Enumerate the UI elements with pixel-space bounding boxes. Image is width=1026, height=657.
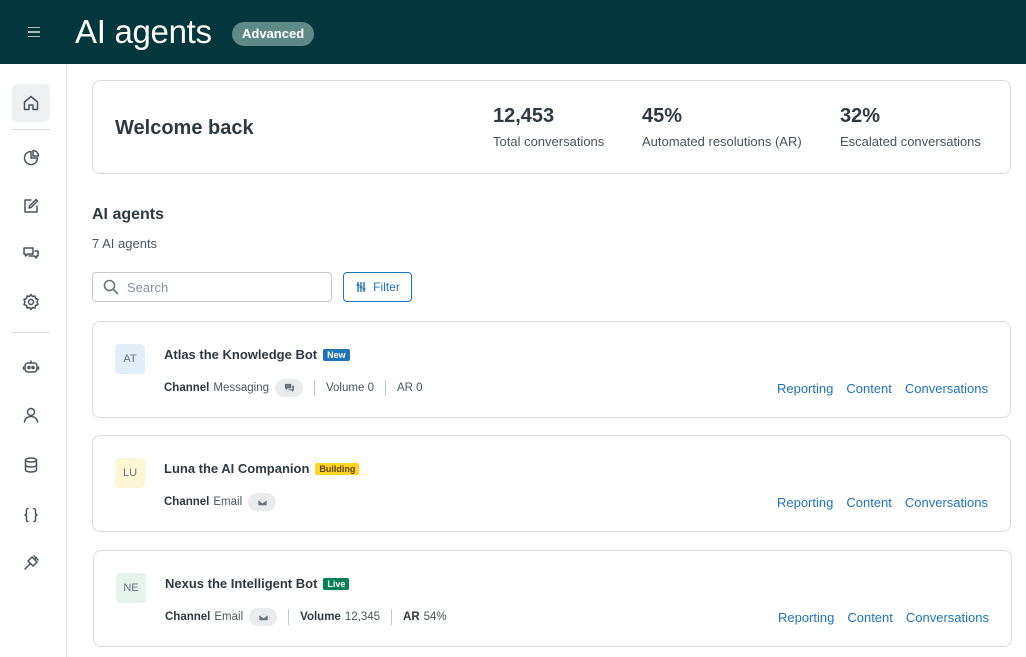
divider [384, 380, 386, 396]
reporting-link[interactable]: Reporting [777, 381, 833, 396]
status-badge: New [323, 349, 350, 361]
agent-card: AT Atlas the Knowledge Bot New Channel Me… [92, 321, 1011, 418]
welcome-card: Welcome back 12,453 Total conversations … [92, 80, 1011, 174]
integrations-icon[interactable] [12, 544, 50, 582]
agent-links: Reporting Content Conversations [777, 381, 988, 396]
settings-icon[interactable] [12, 283, 50, 321]
sidebar [0, 64, 67, 657]
agent-name-text: Atlas the Knowledge Bot [164, 347, 318, 362]
channel-label: Channel [164, 382, 210, 394]
conversations-link[interactable]: Conversations [905, 495, 988, 510]
content-link[interactable]: Content [846, 495, 892, 510]
stat-escalated-conversations: 32% Escalated conversations [840, 105, 981, 149]
agent-meta: Channel Email [164, 493, 277, 511]
search-input[interactable] [127, 279, 317, 295]
volume-label: Volume [326, 382, 365, 394]
stat-value: 45% [642, 105, 683, 127]
edit-icon[interactable] [12, 187, 50, 225]
top-bar: AI agents Advanced [0, 0, 1026, 64]
agent-count: 7 AI agents [92, 236, 158, 251]
stat-value: 12,453 [493, 105, 555, 127]
channel-value: Email [213, 496, 243, 508]
status-badge: Building [315, 463, 360, 475]
conversations-icon[interactable] [12, 235, 50, 273]
conversations-link[interactable]: Conversations [906, 610, 989, 625]
divider [391, 609, 393, 625]
section-title: AI agents [92, 206, 165, 223]
agent-card: NE Nexus the Intelligent Bot Live Channel… [93, 550, 1012, 647]
bot-icon[interactable] [12, 348, 50, 386]
welcome-title: Welcome back [115, 117, 254, 139]
volume-value: 0 [367, 382, 374, 394]
page-title: AI agents [75, 13, 212, 50]
chat-icon [275, 379, 303, 397]
content-link[interactable]: Content [847, 610, 893, 625]
user-icon[interactable] [12, 396, 50, 434]
reporting-link[interactable]: Reporting [778, 610, 834, 625]
filter-button[interactable]: Filter [343, 272, 412, 302]
agent-meta: Channel Email Volume 12,345 AR 54% [165, 608, 447, 626]
status-badge: Live [323, 578, 350, 590]
conversations-link[interactable]: Conversations [905, 381, 988, 396]
content-link[interactable]: Content [846, 381, 892, 396]
channel-label: Channel [164, 496, 210, 508]
filter-icon [356, 282, 366, 292]
search-box[interactable] [92, 272, 332, 302]
code-icon[interactable] [12, 496, 50, 534]
agent-name[interactable]: Atlas the Knowledge Bot New [164, 347, 350, 362]
reporting-link[interactable]: Reporting [777, 495, 833, 510]
stat-label: Automated resolutions (AR) [642, 134, 802, 149]
divider [288, 609, 290, 625]
sidebar-divider [12, 332, 50, 333]
stat-label: Escalated conversations [840, 134, 981, 149]
channel-value: Messaging [213, 382, 269, 394]
agent-name[interactable]: Nexus the Intelligent Bot Live [165, 576, 350, 591]
volume-label: Volume [300, 611, 341, 623]
avatar: LU [115, 458, 145, 488]
agent-links: Reporting Content Conversations [778, 610, 989, 625]
avatar: NE [116, 573, 146, 603]
menu-icon[interactable] [22, 22, 46, 42]
avatar: AT [115, 344, 145, 374]
agent-links: Reporting Content Conversations [777, 495, 988, 510]
channel-value: Email [214, 611, 244, 623]
agent-name-text: Luna the AI Companion [164, 461, 310, 476]
stat-total-conversations: 12,453 Total conversations [493, 105, 604, 149]
agent-meta: Channel Messaging Volume 0 AR 0 [164, 379, 423, 397]
mail-icon [248, 493, 277, 511]
ar-label: AR [403, 611, 420, 623]
volume-value: 12,345 [344, 611, 381, 623]
search-icon [103, 279, 119, 295]
ar-value: 0 [416, 382, 423, 394]
sidebar-divider [12, 129, 50, 130]
filter-label: Filter [373, 280, 400, 294]
database-icon[interactable] [12, 446, 50, 484]
agent-name[interactable]: Luna the AI Companion Building [164, 461, 360, 476]
ar-value: 54% [423, 611, 447, 623]
channel-label: Channel [165, 611, 211, 623]
stat-label: Total conversations [493, 134, 605, 149]
plan-badge: Advanced [232, 22, 315, 46]
agent-name-text: Nexus the Intelligent Bot [165, 576, 318, 591]
mail-icon [249, 608, 278, 626]
home-icon[interactable] [12, 84, 50, 122]
divider [314, 380, 315, 396]
agent-card: LU Luna the AI Companion Building Channel… [92, 435, 1011, 532]
analytics-icon[interactable] [12, 139, 50, 177]
stat-automated-resolutions: 45% Automated resolutions (AR) [642, 105, 802, 149]
ar-label: AR [396, 382, 413, 394]
stat-value: 32% [840, 105, 881, 127]
